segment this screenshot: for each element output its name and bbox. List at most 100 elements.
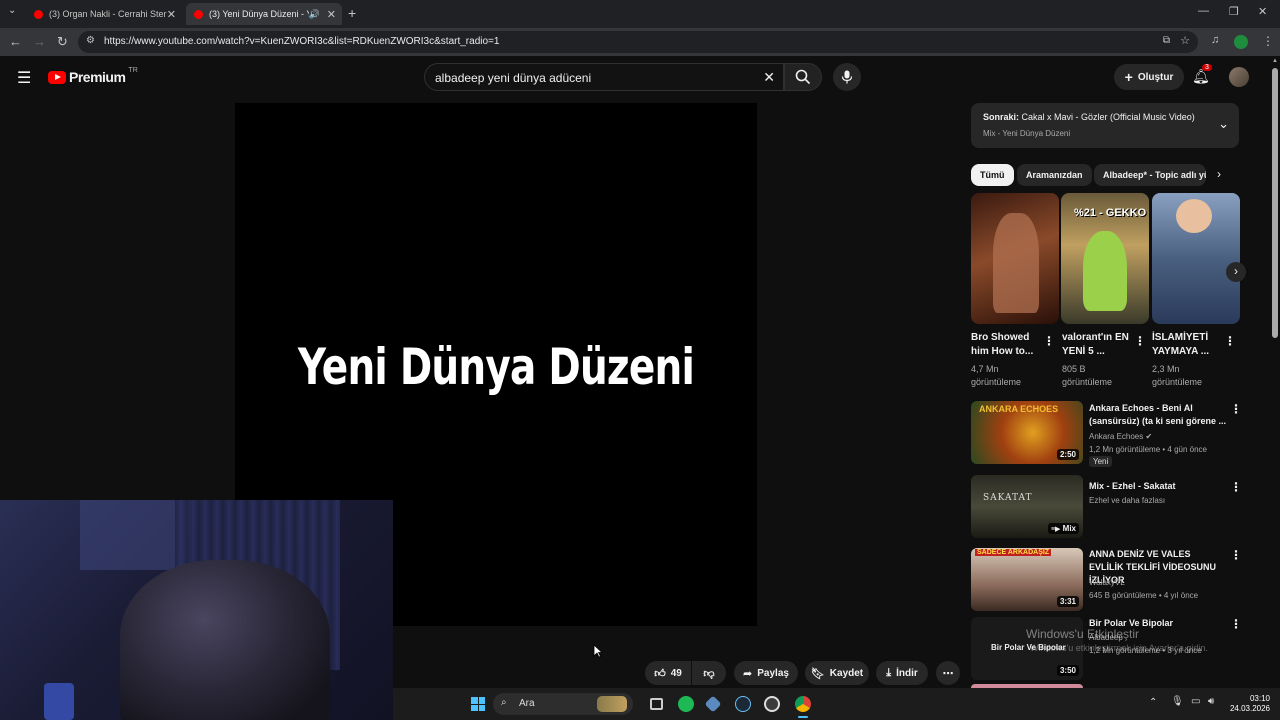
more-vertical-icon[interactable]: ⋮ [1230,617,1242,631]
youtube-favicon-icon [194,9,203,19]
spotify-icon[interactable] [678,696,694,712]
short-thumbnail[interactable] [1152,193,1240,324]
discord-icon[interactable] [764,696,780,712]
video-title[interactable]: Ankara Echoes - Beni Al (sansürsüz) (ta … [1089,402,1227,428]
video-title-overlay: Yeni Dünya Düzeni [297,338,695,396]
chrome-icon[interactable] [795,696,811,712]
save-button[interactable]: 🔖︎ Kaydet [805,661,869,685]
video-thumbnail[interactable]: SADECE ARKADAŞIZ 3:31 [971,548,1083,611]
profile-avatar-icon[interactable] [1234,35,1248,49]
video-channel[interactable]: WalaxyVL [1089,576,1239,589]
taskbar-search[interactable]: ⌕ Ara [493,693,633,715]
app-icon[interactable] [704,695,722,713]
chip-from-search[interactable]: Aramanızdan [1017,164,1092,186]
more-vertical-icon[interactable]: ⋮ [1043,334,1055,348]
site-info-icon[interactable]: ⚙ [86,35,95,46]
taskbar-clock[interactable]: 03:10 24.03.2026 [1230,694,1270,714]
notifications-button[interactable]: 🔔︎ 3 [1192,64,1212,88]
create-button[interactable]: + Oluştur [1114,64,1184,90]
close-tab-icon[interactable]: ✕ [167,8,176,21]
search-input[interactable]: albadeep yeni dünya adüceni ✕ [424,63,784,91]
video-thumbnail[interactable]: ANKARA ECHOES 2:50 [971,401,1083,464]
short-thumb-figure [1176,199,1212,233]
close-tab-icon[interactable]: ✕ [327,8,336,21]
back-icon[interactable]: ← [9,34,22,49]
clear-search-icon[interactable]: ✕ [763,69,775,86]
search-button[interactable] [784,63,822,91]
microphone-tray-icon[interactable]: 🎙︎ [1171,696,1184,707]
chevron-right-icon[interactable]: › [1217,167,1221,181]
dislike-button[interactable]: 👎︎ [692,661,726,685]
chip-all[interactable]: Tümü [971,164,1014,186]
search-query[interactable]: albadeep yeni dünya adüceni [435,71,591,85]
short-title[interactable]: valorant'ın EN YENİ 5 ... [1062,331,1134,359]
volume-icon[interactable]: 🔊︎ [1208,696,1214,707]
minimize-icon[interactable]: — [1198,5,1209,17]
video-title[interactable]: Mix - Ezhel - Sakatat [1089,480,1227,493]
video-thumbnail[interactable]: SAKATAT ≡▶ Mix [971,475,1083,538]
verified-icon: ✔ [1145,432,1153,441]
share-label: Paylaş [757,667,789,679]
tab-organ-nakli[interactable]: (3) Organ Nakli - Cerrahi Steril ✕ [26,3,182,25]
address-bar[interactable]: ⚙ https://www.youtube.com/watch?v=KuenZW… [78,31,1198,53]
webcam-lamp [44,683,74,720]
windows-taskbar: ⌕ Ara ⌃ 🎙︎ ▭ 🔊︎ 03:10 24.03.2026 [393,688,1280,720]
video-channel[interactable]: Ezhel ve daha fazlası [1089,494,1239,507]
thumbs-down-icon: 👎︎ [703,667,715,680]
short-thumbnail[interactable]: %21 - GEKKO [1061,193,1149,324]
close-window-icon[interactable]: ✕ [1258,5,1267,18]
more-vertical-icon[interactable]: ⋮ [1230,480,1242,494]
tray-chevron-up-icon[interactable]: ⌃ [1149,697,1157,708]
thumbs-up-icon: 👍︎ [654,667,666,680]
steam-icon[interactable] [735,696,751,712]
scrollbar-thumb[interactable] [1272,68,1278,338]
url-text[interactable]: https://www.youtube.com/watch?v=KuenZWOR… [104,36,499,47]
mix-label: Mix [1062,524,1076,533]
speaker-icon[interactable]: 🔊 [309,9,320,20]
tab-yeni-dunya-duzeni[interactable]: (3) Yeni Dünya Düzeni - You 🔊 ✕ [186,3,342,25]
more-horizontal-icon: ⋯ [942,667,954,680]
up-next-panel[interactable]: Sonraki: Cakal x Mavi - Gözler (Official… [971,103,1239,148]
page-scrollbar[interactable]: ▲ [1270,56,1280,688]
download-label: İndir [896,667,918,679]
plus-icon: + [1124,69,1133,85]
more-vertical-icon[interactable]: ⋮ [1224,334,1236,348]
mouse-cursor-icon [593,644,603,658]
short-title[interactable]: Bro Showed him How to... [971,331,1043,359]
voice-search-button[interactable] [833,63,861,91]
network-icon[interactable]: ▭ [1191,696,1200,707]
forward-icon[interactable]: → [33,34,46,49]
restore-icon[interactable]: ❐ [1229,5,1239,18]
scroll-up-icon[interactable]: ▲ [1272,58,1278,64]
tab-list-icon[interactable]: ⌄ [8,5,16,16]
task-view-icon[interactable] [650,698,663,710]
share-button[interactable]: ➦ Paylaş [734,661,798,685]
account-avatar[interactable] [1229,67,1249,87]
install-icon[interactable]: ⧉ [1163,35,1170,46]
chip-albadeep-topic[interactable]: Albadeep* - Topic adlı yü [1094,164,1206,186]
download-button[interactable]: ⤓ İndir [876,661,928,685]
like-button[interactable]: 👍︎ 49 [645,661,691,685]
chevron-down-icon[interactable]: ⌄ [1218,116,1229,132]
new-tab-button[interactable]: + [348,5,356,21]
playlist-icon: ≡▶ [1050,526,1061,533]
hamburger-menu-icon[interactable]: ☰ [17,68,31,88]
short-thumb-figure [1083,231,1127,311]
windows-start-icon[interactable] [471,697,485,711]
browser-menu-icon[interactable]: ⋮ [1262,34,1274,48]
more-actions-button[interactable]: ⋯ [936,661,960,685]
media-control-icon[interactable]: ♫ [1211,34,1219,46]
bookmark-star-icon[interactable]: ☆ [1180,34,1190,47]
short-title[interactable]: İSLAMİYETİ YAYMAYA ... [1152,331,1224,359]
video-channel[interactable]: Ankara Echoes ✔ [1089,430,1239,443]
more-vertical-icon[interactable]: ⋮ [1230,548,1242,562]
video-meta: 645 B görüntüleme • 4 yıl önce [1089,591,1199,600]
youtube-logo[interactable]: Premium TR [48,67,138,85]
more-vertical-icon[interactable]: ⋮ [1230,402,1242,416]
reload-icon[interactable]: ↻ [57,34,68,50]
shorts-next-button[interactable]: › [1226,262,1246,282]
short-thumbnail[interactable] [971,193,1059,324]
more-vertical-icon[interactable]: ⋮ [1134,334,1146,348]
video-duration: 3:50 [1056,665,1079,676]
clock-time: 03:10 [1249,694,1270,703]
